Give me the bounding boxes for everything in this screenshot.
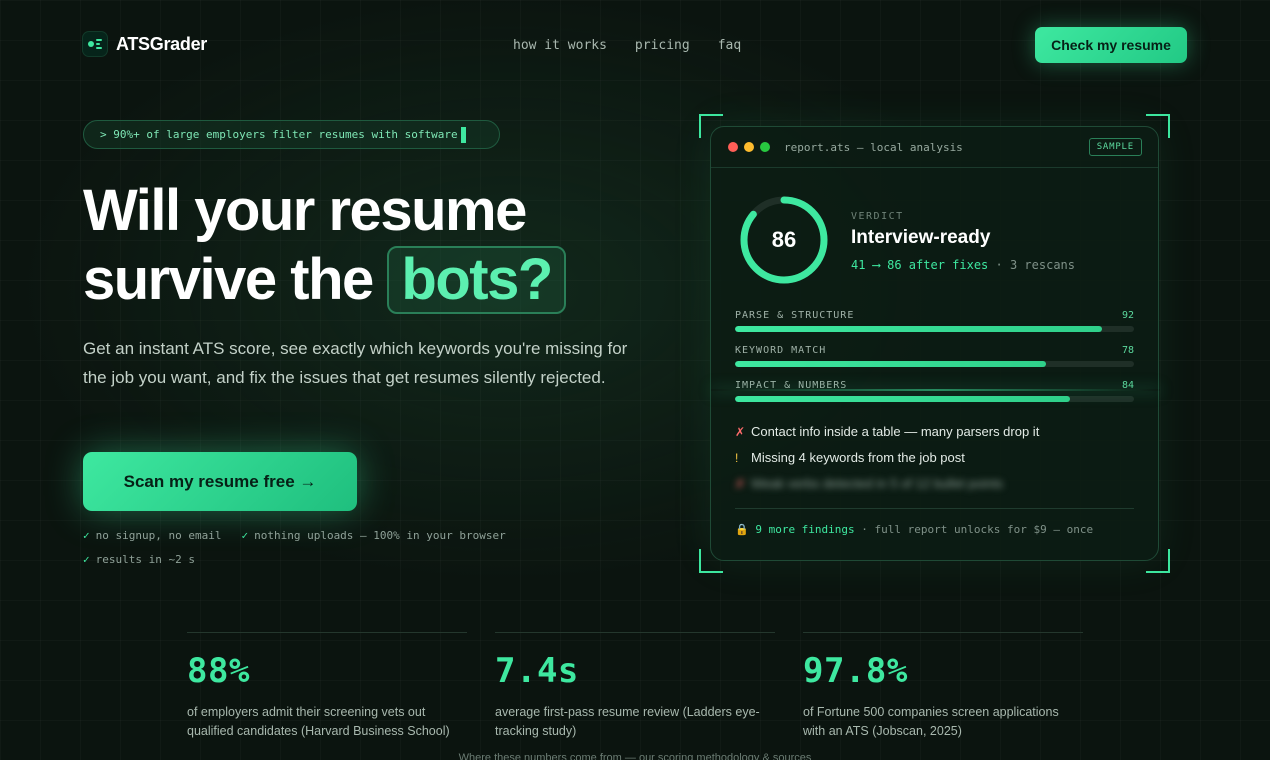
finding-item-locked: ✗ Weak verbs detected in 5 of 12 bullet p…	[735, 476, 1003, 491]
main-nav: how it works pricing faq	[513, 38, 741, 53]
finding-item: ! Missing 4 keywords from the job post	[735, 450, 965, 465]
headline-highlight: bots?	[387, 246, 566, 314]
headline-line-2: survive the	[83, 247, 374, 312]
verdict-text: Interview-ready	[851, 227, 991, 248]
metric-keyword-match: KEYWORD MATCH 78	[735, 345, 1134, 367]
check-icon: ✓	[83, 553, 90, 566]
more-findings-link[interactable]: 9 more findings	[755, 523, 854, 536]
sample-report-card: report.ats — local analysis SAMPLE 86 VE…	[710, 126, 1160, 561]
check-icon: ✓	[83, 529, 90, 542]
window-close-icon	[728, 142, 738, 152]
methodology-link[interactable]: Where these numbers come from — our scor…	[0, 752, 1270, 760]
hero-checklist: ✓ no signup, no email ✓ nothing uploads — …	[83, 529, 563, 566]
score-value: 86	[771, 227, 797, 252]
metric-bar-fill	[735, 361, 1047, 367]
stat-value: 7.4s	[495, 651, 579, 691]
nav-link-how-it-works[interactable]: how it works	[513, 38, 607, 53]
stat-block: 7.4s average first-pass resume review (L…	[495, 632, 775, 741]
verdict-label: VERDICT	[851, 211, 904, 222]
error-icon: ✗	[735, 477, 746, 491]
hero-headline: Will your resume survive the bots?	[83, 176, 703, 314]
window-minimize-icon	[744, 142, 754, 152]
stat-description: of Fortune 500 companies screen applicat…	[803, 705, 1059, 738]
stat-block: 97.8% of Fortune 500 companies screen ap…	[803, 632, 1083, 741]
scan-line	[711, 389, 1160, 391]
metric-bar-fill	[735, 396, 1071, 402]
finding-item: ✗ Contact info inside a table — many pars…	[735, 424, 1040, 439]
sample-badge: SAMPLE	[1088, 138, 1142, 156]
stat-value: 88%	[187, 651, 250, 691]
error-icon: ✗	[735, 425, 746, 439]
check-icon: ✓	[241, 529, 249, 542]
scan-resume-button[interactable]: Scan my resume free →	[83, 452, 357, 511]
nav-link-pricing[interactable]: pricing	[635, 38, 690, 53]
lock-icon: 🔒	[735, 523, 749, 536]
stat-value: 97.8%	[803, 651, 908, 691]
check-item: ✓ no signup, no email	[83, 529, 222, 542]
metric-parse-structure: PARSE & STRUCTURE 92	[735, 310, 1134, 332]
brand-logo[interactable]: ATSGrader	[83, 32, 207, 56]
check-item: ✓ results in ~2 s	[83, 553, 195, 566]
brand-name: ATSGrader	[116, 33, 207, 54]
stat-description: of employers admit their screening vets …	[187, 705, 450, 738]
divider	[735, 508, 1134, 509]
cursor-icon	[460, 126, 466, 143]
stat-pill: > 90%+ of large employers filter resumes…	[83, 120, 500, 149]
report-title-bar: report.ats — local analysis SAMPLE	[711, 127, 1158, 168]
nav-link-faq[interactable]: faq	[718, 38, 741, 53]
metric-bar-fill	[735, 326, 1103, 332]
unlock-note: 🔒 9 more findings · full report unlocks …	[735, 523, 1094, 536]
warning-icon: !	[735, 451, 739, 465]
hero-subtitle: Get an instant ATS score, see exactly wh…	[83, 339, 628, 387]
report-title: report.ats — local analysis	[784, 141, 963, 154]
check-item: ✓ nothing uploads — 100% in your browser	[241, 529, 506, 542]
stat-pill-text: > 90%+ of large employers filter resumes…	[100, 128, 458, 141]
headline-line-1: Will your resume	[83, 178, 527, 243]
metric-impact-numbers: IMPACT & NUMBERS 84	[735, 380, 1134, 402]
logo-icon	[83, 32, 107, 56]
check-resume-button[interactable]: Check my resume	[1035, 27, 1187, 63]
stat-block: 88% of employers admit their screening v…	[187, 632, 467, 741]
window-maximize-icon	[760, 142, 770, 152]
stat-description: average first-pass resume review (Ladder…	[495, 705, 760, 738]
verdict-improvement: 41 ⟶ 86 after fixes · 3 rescans	[851, 258, 1075, 272]
rescan-count: · 3 rescans	[995, 258, 1075, 272]
